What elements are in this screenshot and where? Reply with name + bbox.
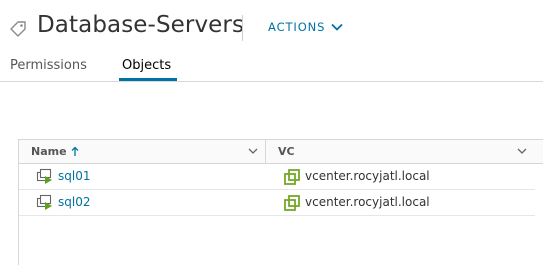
vm-powered-on-icon xyxy=(36,194,52,210)
tab-permissions[interactable]: Permissions xyxy=(10,58,87,73)
active-tab-indicator xyxy=(119,78,177,81)
objects-grid: Name VC sql01 vcenter.rocyjatl.local sql… xyxy=(18,139,543,265)
table-row[interactable]: sql01 vcenter.rocyjatl.local xyxy=(19,165,535,190)
header-divider xyxy=(242,15,243,41)
grid-header: Name VC xyxy=(19,140,543,164)
column-header-name-label: Name xyxy=(31,145,67,158)
chevron-down-icon[interactable] xyxy=(517,148,527,155)
column-header-name[interactable]: Name xyxy=(31,145,79,158)
vc-value: vcenter.rocyjatl.local xyxy=(305,195,430,209)
table-row[interactable]: sql02 vcenter.rocyjatl.local xyxy=(19,191,535,216)
chevron-down-icon[interactable] xyxy=(248,148,258,155)
column-divider[interactable] xyxy=(265,140,266,164)
tag-icon xyxy=(10,21,26,37)
vm-powered-on-icon xyxy=(36,168,52,184)
page-title: Database-Servers xyxy=(37,12,245,38)
vm-link[interactable]: sql02 xyxy=(58,195,90,209)
actions-button[interactable]: ACTIONS xyxy=(268,20,344,34)
page-header: Database-Servers ACTIONS xyxy=(0,0,543,56)
chevron-down-icon xyxy=(331,23,344,31)
actions-label: ACTIONS xyxy=(268,20,326,34)
vcenter-icon xyxy=(284,169,300,185)
vc-value: vcenter.rocyjatl.local xyxy=(305,169,430,183)
vcenter-icon xyxy=(284,195,300,211)
column-header-vc[interactable]: VC xyxy=(278,145,295,158)
tab-objects[interactable]: Objects xyxy=(122,58,171,73)
tab-bar: Permissions Objects xyxy=(0,56,543,82)
sort-ascending-icon[interactable] xyxy=(71,146,79,157)
vm-link[interactable]: sql01 xyxy=(58,169,90,183)
